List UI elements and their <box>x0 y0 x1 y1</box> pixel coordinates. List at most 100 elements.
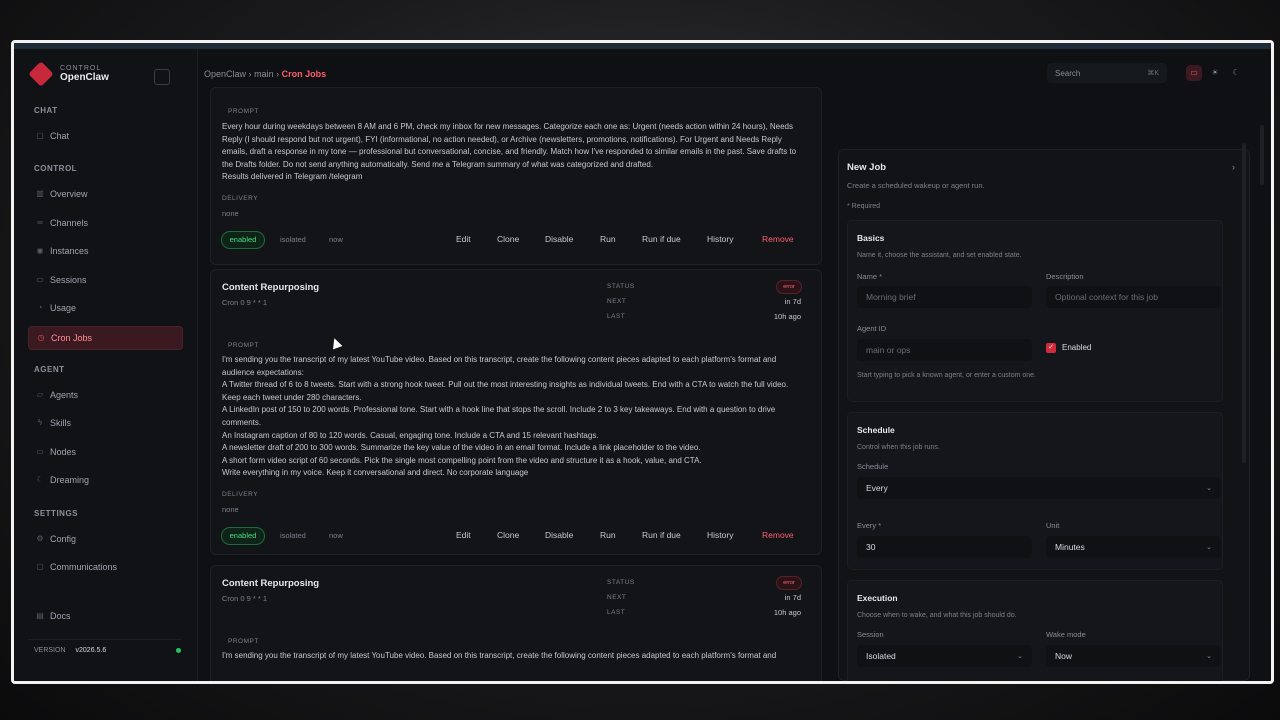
sidebar-item-label: Channels <box>50 218 89 228</box>
run-if-due-button[interactable]: Run if due <box>642 530 681 540</box>
prompt-label: PROMPT <box>228 108 259 115</box>
sidebar-item-nodes[interactable]: ▭ Nodes <box>28 441 181 463</box>
enabled-checkbox[interactable]: ✓ <box>1046 343 1056 353</box>
name-label: Name * <box>857 272 883 281</box>
history-button[interactable]: History <box>707 234 733 244</box>
sidebar-item-chat[interactable]: ▢ Chat <box>28 125 181 147</box>
sun-theme-icon[interactable]: ☀ <box>1207 65 1223 81</box>
app-window: CONTROL OpenClaw CHAT ▢ Chat CONTROL ▥ Ove… <box>11 40 1274 684</box>
clone-button[interactable]: Clone <box>497 234 519 244</box>
breadcrumb-openclaw[interactable]: OpenClaw <box>204 69 246 79</box>
wake-mode-label: Wake mode <box>1046 630 1086 639</box>
edit-button[interactable]: Edit <box>456 530 471 540</box>
search-input[interactable]: Search ⌘K <box>1047 63 1167 83</box>
basics-title: Basics <box>857 233 885 243</box>
enabled-checkbox-label: Enabled <box>1062 343 1092 352</box>
run-button[interactable]: Run <box>600 530 616 540</box>
last-label: LAST <box>607 313 626 320</box>
cron-job-card: Content Repurposing Cron 0 9 * * 1 STATU… <box>210 269 822 555</box>
breadcrumb-current: Cron Jobs <box>281 69 327 79</box>
history-button[interactable]: History <box>707 530 733 540</box>
disable-button[interactable]: Disable <box>545 234 573 244</box>
section-chat: CHAT <box>34 106 58 115</box>
file-icon: ▭ <box>36 275 44 284</box>
name-field[interactable]: Morning brief <box>857 286 1032 308</box>
monitor-theme-icon[interactable]: ▭ <box>1186 65 1202 81</box>
version-row: VERSION v2026.5.6 <box>28 639 181 660</box>
panel-collapse-icon[interactable]: › <box>1232 162 1235 172</box>
wake-mode-select[interactable]: Now ⌄ <box>1046 645 1221 667</box>
sidebar-item-cron-jobs[interactable]: ◷ Cron Jobs <box>28 326 183 350</box>
run-button[interactable]: Run <box>600 234 616 244</box>
chevron-down-icon: ⌄ <box>1206 544 1212 551</box>
every-field[interactable]: 30 <box>857 536 1032 558</box>
status-label: STATUS <box>607 579 635 586</box>
page-scrollbar[interactable] <box>1260 125 1264 185</box>
sidebar-item-usage[interactable]: ◔ Usage <box>28 297 181 319</box>
sidebar-item-label: Agents <box>50 390 79 400</box>
every-label: Every * <box>857 521 882 530</box>
sidebar-item-overview[interactable]: ▥ Overview <box>28 183 181 205</box>
breadcrumb: OpenClaw › main › Cron Jobs <box>204 69 326 79</box>
schedule-section: Schedule Control when this job runs. Sch… <box>847 412 1223 570</box>
description-field[interactable]: Optional context for this job <box>1046 286 1221 308</box>
breadcrumb-separator: › <box>276 69 280 79</box>
session-label: Session <box>857 630 884 639</box>
run-if-due-button[interactable]: Run if due <box>642 234 681 244</box>
sidebar-collapse-icon[interactable] <box>154 69 170 85</box>
panel-scrollbar[interactable] <box>1242 143 1246 463</box>
sidebar-item-label: Sessions <box>50 275 87 285</box>
sidebar-item-communications[interactable]: ▢ Communications <box>28 556 181 578</box>
folder-icon: ▱ <box>36 390 44 399</box>
status-badge: error <box>776 576 802 590</box>
job-prompt: I'm sending you the transcript of my lat… <box>222 651 777 660</box>
sidebar-item-label: Cron Jobs <box>51 333 93 343</box>
breadcrumb-main[interactable]: main <box>254 69 274 79</box>
chevron-down-icon: ⌄ <box>1206 485 1212 492</box>
clone-button[interactable]: Clone <box>497 530 519 540</box>
wake-chip: now <box>329 235 343 244</box>
new-job-panel: New Job › Create a scheduled wakeup or a… <box>838 149 1250 681</box>
breadcrumb-separator: › <box>248 69 252 79</box>
schedule-subtitle: Control when this job runs. <box>857 444 940 451</box>
sidebar: CONTROL OpenClaw CHAT ▢ Chat CONTROL ▥ Ove… <box>14 49 198 681</box>
cron-job-list: PROMPT Every hour during weekdays betwee… <box>210 87 825 681</box>
cron-job-card: Content Repurposing Cron 0 9 * * 1 STATU… <box>210 565 822 681</box>
agent-id-label: Agent ID <box>857 324 887 333</box>
sidebar-item-config[interactable]: ⚙ Config <box>28 528 181 550</box>
openclaw-logo-icon <box>28 61 54 87</box>
chevron-down-icon: ⌄ <box>1017 653 1023 660</box>
unit-select[interactable]: Minutes ⌄ <box>1046 536 1221 558</box>
next-value: in 7d <box>784 297 801 306</box>
section-settings: SETTINGS <box>34 509 79 518</box>
remove-button[interactable]: Remove <box>762 530 794 540</box>
panel-title: New Job <box>847 162 887 173</box>
sidebar-item-label: Nodes <box>50 447 77 457</box>
sidebar-item-channels[interactable]: ∞ Channels <box>28 212 181 234</box>
edit-button[interactable]: Edit <box>456 234 471 244</box>
session-chip: isolated <box>280 235 306 244</box>
basics-subtitle: Name it, choose the assistant, and set e… <box>857 252 1022 259</box>
search-placeholder: Search <box>1055 68 1081 78</box>
required-note: * Required <box>847 203 881 210</box>
sidebar-item-skills[interactable]: ϟ Skills <box>28 412 181 434</box>
delivery-value: none <box>222 505 239 514</box>
disable-button[interactable]: Disable <box>545 530 573 540</box>
execution-subtitle: Choose when to wake, and what this job s… <box>857 612 1017 619</box>
remove-button[interactable]: Remove <box>762 234 794 244</box>
session-select[interactable]: Isolated ⌄ <box>857 645 1032 667</box>
message-icon: ▢ <box>36 562 44 571</box>
description-label: Description <box>1046 272 1084 281</box>
brand-caption: CONTROL <box>60 65 102 72</box>
moon-theme-icon[interactable]: ☾ <box>1228 65 1244 81</box>
sidebar-item-sessions[interactable]: ▭ Sessions <box>28 269 181 291</box>
schedule-select[interactable]: Every ⌄ <box>857 477 1221 499</box>
agent-id-field[interactable]: main or ops <box>857 339 1032 361</box>
sidebar-item-docs[interactable]: ▤ Docs <box>28 605 181 627</box>
sidebar-item-agents[interactable]: ▱ Agents <box>28 384 181 406</box>
sidebar-item-instances[interactable]: ◉ Instances <box>28 240 181 262</box>
sidebar-item-dreaming[interactable]: ☾ Dreaming <box>28 469 181 491</box>
bar-chart-icon: ▥ <box>36 189 44 198</box>
last-label: LAST <box>607 609 626 616</box>
version-value: v2026.5.6 <box>75 646 107 654</box>
